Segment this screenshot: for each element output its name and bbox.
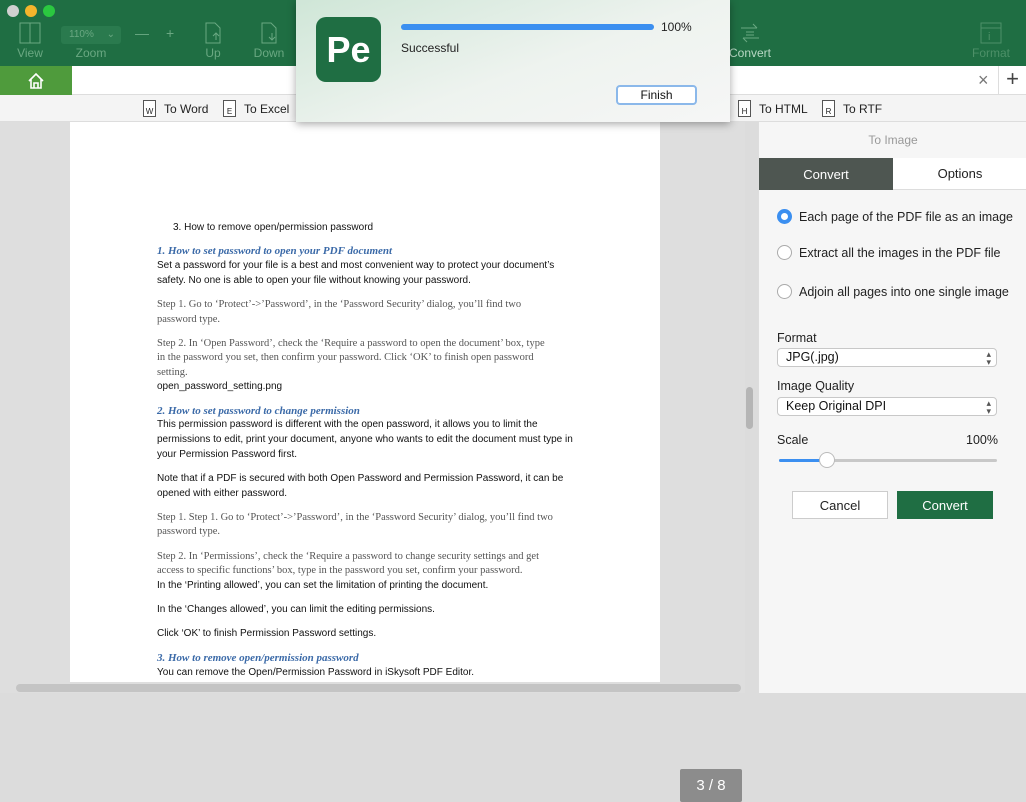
document-heading: 2. How to set password to change permiss… bbox=[157, 405, 360, 417]
image-quality-label: Image Quality bbox=[777, 379, 855, 393]
progress-bar bbox=[401, 24, 654, 30]
convert-button[interactable]: Convert bbox=[728, 22, 772, 60]
document-text-line: safety. No one is able to open your file… bbox=[157, 275, 471, 286]
scale-slider[interactable] bbox=[779, 452, 997, 468]
app-logo: Pe bbox=[316, 17, 381, 82]
scale-label: Scale bbox=[777, 433, 809, 447]
page-up-icon bbox=[205, 22, 221, 44]
format-label: Format bbox=[777, 331, 817, 345]
view-icon bbox=[19, 22, 41, 44]
document-text-line: In the ‘Changes allowed’, you can limit … bbox=[157, 604, 435, 615]
scale-slider-handle[interactable] bbox=[818, 452, 835, 468]
zoom-in-button[interactable]: + bbox=[166, 25, 174, 41]
document-text-line: You can remove the Open/Permission Passw… bbox=[157, 667, 474, 678]
rtf-file-icon: R bbox=[822, 100, 835, 117]
document-text-line: 3. How to remove open/permission passwor… bbox=[173, 222, 374, 233]
radio-extract-images[interactable]: Extract all the images in the PDF file bbox=[777, 245, 1000, 260]
format-button[interactable]: i Format bbox=[970, 22, 1012, 60]
svg-text:i: i bbox=[988, 31, 990, 43]
word-file-icon: W bbox=[143, 100, 156, 117]
format-select[interactable]: JPG(.jpg) ▴ ▾ bbox=[777, 348, 997, 367]
to-word-button[interactable]: W To Word bbox=[143, 100, 208, 117]
document-text-line: Set a password for your file is a best a… bbox=[157, 260, 555, 271]
page-down-button[interactable]: Down bbox=[252, 22, 286, 60]
vertical-scrollbar[interactable] bbox=[746, 387, 753, 429]
page-up-button[interactable]: Up bbox=[198, 22, 228, 60]
home-icon bbox=[28, 72, 44, 89]
document-text-line: setting. bbox=[157, 367, 188, 378]
radio-icon bbox=[777, 245, 792, 260]
scale-value: 100% bbox=[966, 433, 998, 447]
pdf-page: 3. How to remove open/permission passwor… bbox=[70, 122, 660, 682]
document-text-line: open_password_setting.png bbox=[157, 381, 283, 392]
document-text-line: This permission password is different wi… bbox=[157, 419, 538, 430]
radio-each-page[interactable]: Each page of the PDF file as an image bbox=[777, 209, 1013, 224]
document-text-line: password type. bbox=[157, 314, 220, 325]
document-text-line: opened with either password. bbox=[157, 488, 288, 499]
cancel-button[interactable]: Cancel bbox=[792, 491, 888, 519]
progress-bar-fill bbox=[401, 24, 654, 30]
to-rtf-button[interactable]: R To RTF bbox=[822, 100, 882, 117]
page-down-icon bbox=[261, 22, 277, 44]
zoom-label: Zoom bbox=[75, 46, 107, 60]
to-html-button[interactable]: H To HTML bbox=[738, 100, 808, 117]
document-text-line: permissions to edit, print your document… bbox=[157, 434, 573, 445]
radio-icon bbox=[777, 284, 792, 299]
radio-selected-icon bbox=[777, 209, 792, 224]
format-icon: i bbox=[980, 22, 1002, 44]
updown-chevron-icon: ▴ ▾ bbox=[986, 398, 991, 416]
document-text-line: access to specific functions’ box, type … bbox=[157, 565, 523, 576]
to-image-panel: To Image Convert Options Each page of th… bbox=[758, 122, 1026, 693]
window-zoom-button[interactable] bbox=[43, 5, 55, 17]
horizontal-scrollbar[interactable] bbox=[16, 684, 741, 692]
window-close-button[interactable] bbox=[7, 5, 19, 17]
document-heading: 1. How to set password to open your PDF … bbox=[157, 245, 393, 257]
conversion-progress-dialog: Pe 100% Successful Finish bbox=[296, 0, 730, 122]
zoom-select[interactable]: 110% ⌄ bbox=[61, 26, 121, 44]
updown-chevron-icon: ▴ ▾ bbox=[986, 349, 991, 367]
tab-options[interactable]: Options bbox=[893, 158, 1026, 190]
document-text-line: password type. bbox=[157, 526, 220, 537]
chevron-down-icon: ⌄ bbox=[106, 29, 115, 40]
image-quality-select[interactable]: Keep Original DPI ▴ ▾ bbox=[777, 397, 997, 416]
document-text-line: Note that if a PDF is secured with both … bbox=[157, 473, 564, 484]
document-text-line: Click ‘OK’ to finish Permission Password… bbox=[157, 628, 377, 639]
view-button[interactable]: View bbox=[12, 22, 48, 60]
document-text-line: Step 2. In ‘Permissions’, check the ‘Req… bbox=[157, 551, 539, 562]
document-text-line: in the password you set, then confirm yo… bbox=[157, 352, 534, 363]
page-indicator: 3 / 8 bbox=[680, 769, 742, 802]
panel-title: To Image bbox=[868, 133, 918, 147]
tab-home[interactable] bbox=[0, 66, 72, 95]
document-heading: 3. How to remove open/permission passwor… bbox=[157, 652, 359, 664]
convert-icon bbox=[741, 23, 759, 43]
html-file-icon: H bbox=[738, 100, 751, 117]
window-minimize-button[interactable] bbox=[25, 5, 37, 17]
tab-convert[interactable]: Convert bbox=[759, 158, 893, 190]
progress-percent: 100% bbox=[661, 20, 692, 34]
excel-file-icon: E bbox=[223, 100, 236, 117]
to-excel-button[interactable]: E To Excel bbox=[223, 100, 289, 117]
zoom-out-button[interactable]: — bbox=[135, 25, 149, 41]
document-text-line: Step 1. Go to ‘Protect’->’Password’, in … bbox=[157, 299, 522, 310]
close-tab-button[interactable]: × bbox=[978, 70, 989, 91]
document-text-line: In the ‘Printing allowed’, you can set t… bbox=[157, 580, 489, 591]
add-tab-button[interactable]: + bbox=[998, 66, 1026, 95]
document-text-line: your Permission Password first. bbox=[157, 449, 298, 460]
finish-button[interactable]: Finish bbox=[616, 85, 697, 105]
document-text-line: Step 1. Step 1. Go to ‘Protect’->’Passwo… bbox=[157, 512, 553, 523]
document-viewer: 3. How to remove open/permission passwor… bbox=[0, 122, 753, 802]
document-text-line: Step 2. In ‘Open Password’, check the ‘R… bbox=[157, 338, 545, 349]
radio-adjoin-pages[interactable]: Adjoin all pages into one single image bbox=[777, 284, 1009, 299]
convert-submit-button[interactable]: Convert bbox=[897, 491, 993, 519]
status-text: Successful bbox=[401, 41, 460, 55]
